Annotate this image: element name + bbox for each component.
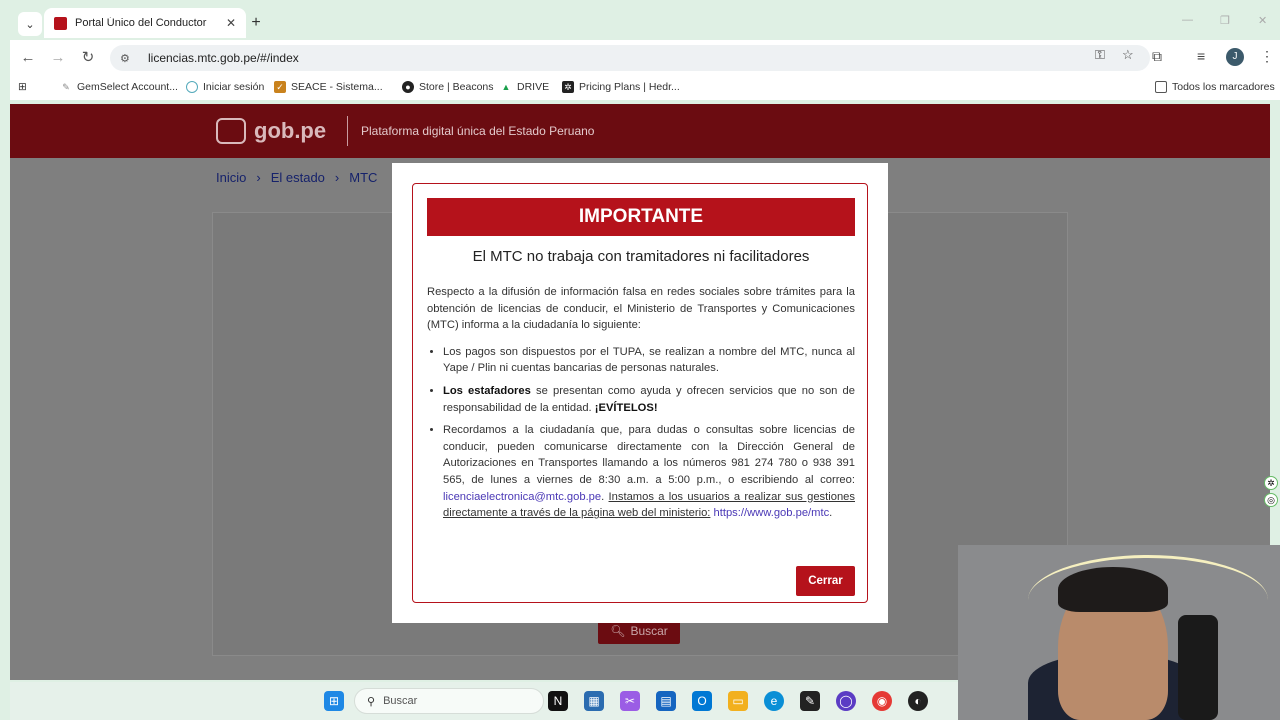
taskbar-search[interactable]: ⚲ Buscar <box>354 688 544 714</box>
drive-icon: ▲ <box>501 82 511 92</box>
beacons-icon: ● <box>402 81 414 93</box>
close-button[interactable]: Cerrar <box>796 566 855 596</box>
list-item: Los pagos son dispuestos por el TUPA, se… <box>443 344 855 377</box>
minimize-icon[interactable]: — <box>1182 14 1193 26</box>
tab-title: Portal Único del Conductor <box>75 17 207 29</box>
header-tagline: Plataforma digital única del Estado Peru… <box>361 124 595 138</box>
media-icon[interactable]: ≡ <box>1197 48 1205 64</box>
folder-icon <box>1155 81 1167 93</box>
breadcrumb-inicio[interactable]: Inicio <box>216 170 246 185</box>
screen: ⌄ Portal Único del Conductor ✕ + — ❐ ✕ ←… <box>0 0 1280 720</box>
hedra-icon: ✲ <box>562 81 574 93</box>
modal-subtitle: El MTC no trabaja con tramitadores ni fa… <box>472 248 810 265</box>
modal-border: IMPORTANTE El MTC no trabaja con tramita… <box>412 183 868 603</box>
list-item: Los estafadores se presentan como ayuda … <box>443 383 855 416</box>
search-icon: ⚲ <box>367 695 376 708</box>
notion-icon[interactable]: N <box>548 691 568 711</box>
modal-body: Respecto a la difusión de información fa… <box>427 284 855 528</box>
calendar-icon[interactable]: ▤ <box>656 691 676 711</box>
forward-icon[interactable]: → <box>48 48 68 68</box>
site-settings-icon[interactable]: ⚙ <box>120 52 134 65</box>
back-icon[interactable]: ← <box>18 48 38 68</box>
calculator-icon[interactable]: ▦ <box>584 691 604 711</box>
breadcrumb: Inicio › El estado › MTC <box>216 170 387 185</box>
list-item: Recordamos a la ciudadanía que, para dud… <box>443 422 855 522</box>
bookmark-item[interactable]: ✎ GemSelect Account... <box>60 81 178 93</box>
maximize-icon[interactable]: ❐ <box>1220 14 1230 27</box>
app-icon[interactable]: ✎ <box>800 691 820 711</box>
bookmark-item[interactable]: ▲ DRIVE <box>500 81 550 93</box>
all-bookmarks[interactable]: Todos los marcadores <box>1155 81 1275 93</box>
tab-search-icon[interactable]: ⌄ <box>18 12 42 36</box>
edge-icon[interactable]: e <box>764 691 784 711</box>
header-divider <box>347 116 348 146</box>
browser-toolbar: ← → ↻ ⚙ licencias.mtc.gob.pe/#/index ⚿ ☆… <box>10 40 1280 76</box>
modal-intro: Respecto a la difusión de información fa… <box>427 286 855 332</box>
reload-icon[interactable]: ↻ <box>78 48 98 68</box>
apps-icon[interactable]: ⊞ <box>18 81 27 93</box>
menu-icon[interactable]: ⋮ <box>1260 48 1274 65</box>
new-tab-button[interactable]: + <box>246 12 266 34</box>
breadcrumb-el-estado[interactable]: El estado <box>271 170 325 185</box>
notice-modal: IMPORTANTE El MTC no trabaja con tramita… <box>392 163 888 623</box>
favicon-icon <box>54 16 67 30</box>
app-icon[interactable]: ◯ <box>836 691 856 711</box>
microphone <box>1178 615 1218 720</box>
obs-icon[interactable]: ◐ <box>908 691 928 711</box>
bookmark-item[interactable]: ✲ Pricing Plans | Hedr... <box>562 81 680 93</box>
folder-icon[interactable]: ▭ <box>728 691 748 711</box>
close-window-icon[interactable]: ✕ <box>1258 14 1267 27</box>
address-bar[interactable]: ⚙ licencias.mtc.gob.pe/#/index ⚿ ☆ <box>110 45 1150 71</box>
email-link[interactable]: licenciaelectronica@mtc.gob.pe <box>443 491 601 503</box>
gem-icon: ✎ <box>62 82 70 92</box>
outlook-icon[interactable]: O <box>692 691 712 711</box>
modal-title: IMPORTANTE <box>427 198 855 236</box>
gob-logo[interactable]: gob.pe <box>216 118 326 144</box>
person-hair <box>1058 567 1168 612</box>
webcam-overlay <box>958 545 1280 720</box>
peru-seal-icon <box>216 118 246 144</box>
snipping-icon[interactable]: ✂ <box>620 691 640 711</box>
tab-strip: ⌄ Portal Único del Conductor ✕ + — ❐ ✕ <box>10 8 1280 40</box>
bookmark-item[interactable]: ● Store | Beacons <box>402 81 494 93</box>
chevron-right-icon: › <box>334 170 340 185</box>
notice-list: Los pagos son dispuestos por el TUPA, se… <box>443 344 855 522</box>
chevron-right-icon: › <box>256 170 261 185</box>
password-key-icon[interactable]: ⚿ <box>1095 47 1105 63</box>
avatar[interactable]: J <box>1226 48 1244 66</box>
seace-icon: ✓ <box>274 81 286 93</box>
close-tab-icon[interactable]: ✕ <box>226 16 236 30</box>
windows-start-icon[interactable]: ⊞ <box>324 691 344 711</box>
login-icon <box>186 81 198 93</box>
bookmarks-bar: ⊞ ✎ GemSelect Account... Iniciar sesión ✓… <box>10 76 1280 100</box>
bookmark-item[interactable]: ✓ SEACE - Sistema... <box>274 81 383 93</box>
search-icon: 🔍︎ <box>610 624 626 638</box>
site-header: gob.pe Plataforma digital única del Esta… <box>10 104 1270 158</box>
side-panel-icon[interactable]: ◎ <box>1264 493 1278 507</box>
extensions-icon[interactable]: ⧉ <box>1152 48 1162 65</box>
bookmark-star-icon[interactable]: ☆ <box>1122 47 1134 63</box>
url-text: licencias.mtc.gob.pe/#/index <box>148 51 299 65</box>
side-panel-icon[interactable]: ✲ <box>1264 476 1278 490</box>
chrome-icon[interactable]: ◉ <box>872 691 892 711</box>
bookmark-item[interactable]: Iniciar sesión <box>186 81 264 93</box>
breadcrumb-mtc[interactable]: MTC <box>349 170 377 185</box>
ministry-link[interactable]: https://www.gob.pe/mtc <box>714 507 830 519</box>
tab-active[interactable]: Portal Único del Conductor ✕ <box>44 8 246 38</box>
